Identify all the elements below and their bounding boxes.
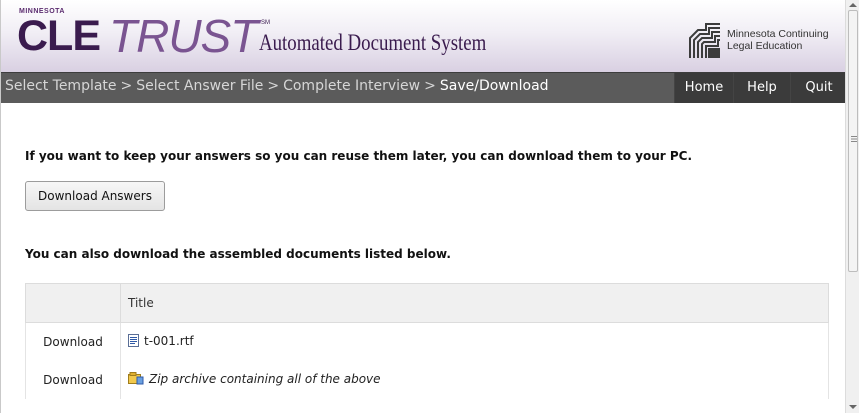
help-button[interactable]: Help	[733, 73, 790, 103]
logo-cle-text: CLE	[17, 12, 101, 60]
table-row: Download Zip archive containing all of t…	[25, 361, 829, 399]
org-name-line1: Minnesota Continuing	[727, 28, 829, 40]
document-title: t-001.rtf	[144, 334, 194, 348]
header-banner: CLE MINNESOTA TRUST SM Automated Documen…	[1, 0, 846, 72]
documents-prompt: You can also download the assembled docu…	[25, 247, 451, 261]
home-button[interactable]: Home	[674, 73, 733, 103]
mcle-logo: Minnesota Continuing Legal Education	[684, 20, 844, 60]
download-link[interactable]: Download	[43, 335, 103, 349]
breadcrumb-select-answer-file: Select Answer File	[136, 78, 264, 94]
breadcrumb-separator: >	[120, 78, 133, 94]
answers-prompt: If you want to keep your answers so you …	[25, 149, 693, 163]
breadcrumb-separator: >	[424, 78, 436, 94]
vertical-scrollbar[interactable]	[845, 0, 859, 413]
logo-trust-text: TRUST	[109, 10, 258, 62]
nav-bar: Select Template > Select Answer File > Compl…	[1, 72, 847, 103]
zip-archive-icon	[128, 372, 144, 388]
breadcrumb-save-download: Save/Download	[439, 78, 549, 94]
download-link[interactable]: Download	[43, 373, 103, 387]
table-row: Download t-001.rtf	[25, 322, 829, 361]
rtf-document-icon	[128, 334, 139, 350]
documents-table: Title Download t-001.rtf Download Zip ar…	[25, 283, 829, 399]
grip-icon	[851, 135, 857, 143]
cletrust-logo: CLE MINNESOTA TRUST SM Automated Documen…	[17, 8, 486, 68]
scroll-down-icon[interactable]	[849, 405, 857, 409]
logo-service-mark: SM	[261, 20, 270, 26]
breadcrumb-complete-interview: Complete Interview	[283, 78, 421, 94]
document-title: Zip archive containing all of the above	[149, 372, 381, 386]
breadcrumb-select-template: Select Template	[5, 78, 117, 94]
page-frame: CLE MINNESOTA TRUST SM Automated Documen…	[0, 0, 847, 413]
download-answers-button[interactable]: Download Answers	[25, 181, 165, 211]
scroll-up-icon[interactable]	[849, 3, 857, 7]
app-subtitle: Automated Document System	[259, 30, 487, 55]
quit-button[interactable]: Quit	[790, 73, 847, 103]
column-header-title: Title	[120, 283, 829, 323]
table-header-row: Title	[25, 283, 829, 323]
scrollbar-thumb[interactable]	[848, 10, 858, 272]
logo-state-text: MINNESOTA	[19, 8, 65, 15]
breadcrumb-separator: >	[267, 78, 280, 94]
breadcrumb: Select Template > Select Answer File > Compl…	[5, 78, 549, 94]
column-header-action	[25, 283, 121, 323]
org-name-line2: Legal Education	[727, 40, 803, 52]
mcle-logo-icon	[689, 23, 720, 58]
